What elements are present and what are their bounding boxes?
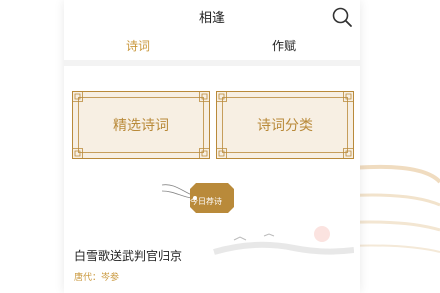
tab-bar: 诗词 作赋 <box>64 34 360 58</box>
featured-poems-card[interactable]: 精选诗词 <box>72 91 210 159</box>
poem-dynasty: 唐代 <box>74 273 93 283</box>
app-window: 相逢 诗词 作赋 精选诗词 诗词分类 今日荐诗 白雪歌送武判官归京 唐代：岑参 <box>64 0 360 293</box>
tab-fu[interactable]: 作赋 <box>272 37 296 54</box>
poem-separator: ： <box>92 273 102 283</box>
page-title: 相逢 <box>198 11 225 26</box>
poem-author[interactable]: 岑参 <box>101 270 119 283</box>
tab-poems[interactable]: 诗词 <box>126 37 150 54</box>
divider <box>64 60 360 66</box>
landscape-illustration <box>213 226 354 255</box>
poem-title[interactable]: 白雪歌送武判官归京 <box>74 247 182 264</box>
search-icon[interactable] <box>331 6 353 28</box>
poem-meta: 唐代：岑参 <box>74 270 119 283</box>
featured-poems-label: 精选诗词 <box>113 118 169 134</box>
header: 相逢 <box>64 0 360 34</box>
poem-categories-label: 诗词分类 <box>257 118 313 134</box>
recommend-tag-label: 今日荐诗 <box>190 197 222 206</box>
poem-categories-card[interactable]: 诗词分类 <box>216 91 354 159</box>
